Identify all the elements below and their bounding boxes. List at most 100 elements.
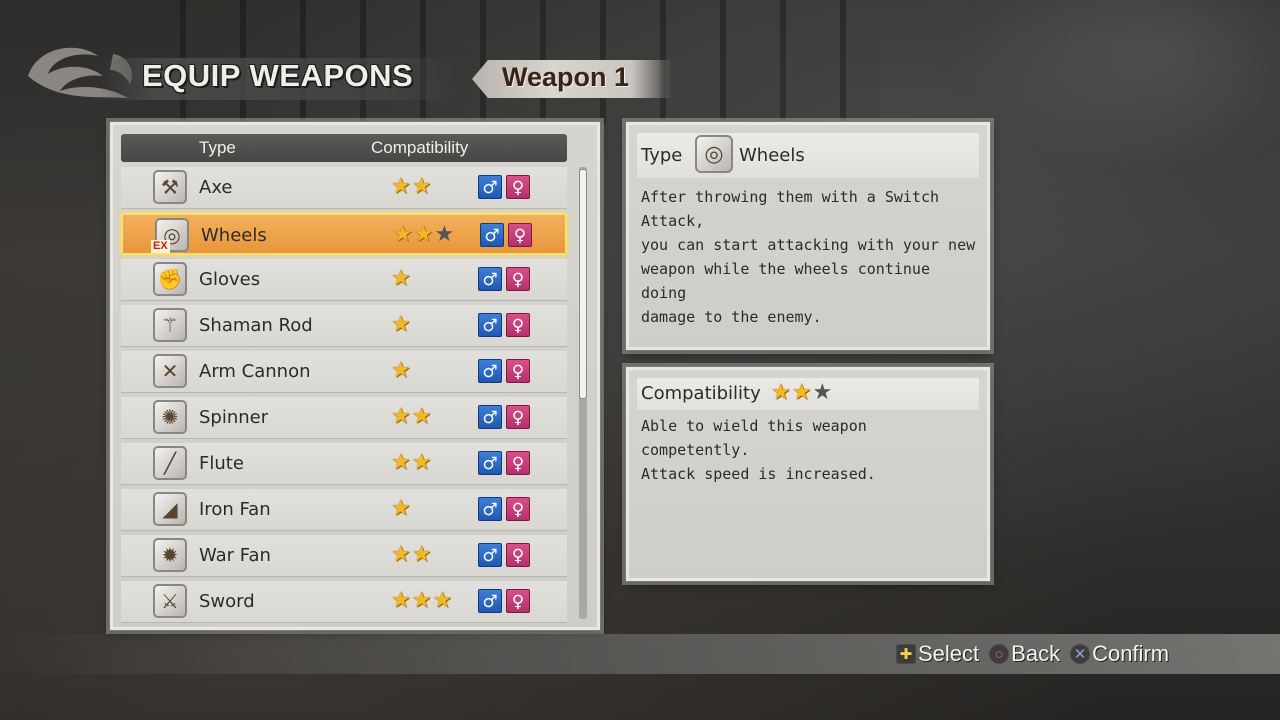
compatibility-stars: ★ ★ ★ — [771, 381, 832, 405]
star-filled-icon: ★ — [391, 588, 411, 613]
star-filled-icon: ★ — [391, 542, 411, 567]
page-title: EQUIP WEAPONS — [142, 58, 414, 93]
female-icon: ♀ — [506, 451, 530, 475]
weapon-row-axe[interactable]: ⚒ Axe ★ ★ ♂ ♀ — [121, 167, 567, 209]
star-filled-icon: ★ — [391, 266, 411, 291]
star-filled-icon: ★ — [393, 222, 413, 247]
male-icon: ♂ — [478, 543, 502, 567]
back-hint[interactable]: ○ Back — [989, 641, 1060, 667]
column-header-type: Type — [199, 138, 236, 157]
star-filled-icon: ★ — [411, 450, 432, 475]
male-icon: ♂ — [478, 313, 502, 337]
gloves-icon: ✊ — [153, 262, 187, 296]
iron-fan-icon: ◢ — [153, 492, 187, 526]
weapon-name: Arm Cannon — [199, 361, 311, 382]
weapon-row-arm-cannon[interactable]: ✕ Arm Cannon ★ ♂ ♀ — [121, 351, 567, 393]
type-detail-panel: Type ◎ Wheels After throwing them with a… — [625, 121, 991, 351]
star-filled-icon: ★ — [791, 380, 812, 405]
star-filled-icon: ★ — [411, 404, 432, 429]
male-icon: ♂ — [478, 589, 502, 613]
scrollbar[interactable] — [579, 167, 587, 619]
select-hint[interactable]: ✚ Select — [896, 641, 979, 667]
male-icon: ♂ — [478, 359, 502, 383]
arm-cannon-icon: ✕ — [153, 354, 187, 388]
compatibility-stars: ★ ★ — [391, 451, 431, 475]
female-icon: ♀ — [506, 313, 530, 337]
select-hint-label: Select — [918, 641, 980, 666]
weapon-name: Wheels — [201, 225, 267, 246]
star-filled-icon: ★ — [391, 496, 411, 521]
confirm-hint[interactable]: ✕ Confirm — [1070, 641, 1169, 667]
weapon-name: Gloves — [199, 269, 261, 290]
female-icon: ♀ — [506, 497, 530, 521]
weapon-row-shaman-rod[interactable]: ⚚ Shaman Rod ★ ♂ ♀ — [121, 305, 567, 347]
female-icon: ♀ — [506, 405, 530, 429]
compatibility-detail-panel: Compatibility ★ ★ ★ Able to wield this wea… — [625, 366, 991, 582]
star-empty-icon: ★ — [434, 222, 455, 247]
weapon-row-wheels[interactable]: ◎ EX Wheels ★ ★ ★ ♂ ♀ — [121, 213, 567, 255]
male-icon: ♂ — [478, 451, 502, 475]
male-icon: ♂ — [478, 405, 502, 429]
spinner-icon: ✺ — [153, 400, 187, 434]
compatibility-stars: ★ ★ — [391, 543, 431, 567]
female-icon: ♀ — [506, 543, 530, 567]
compatibility-stars: ★ — [391, 497, 411, 521]
column-header-compatibility: Compatibility — [371, 138, 469, 157]
compatibility-stars: ★ — [391, 267, 411, 291]
compatibility-label: Compatibility — [641, 383, 761, 404]
female-icon: ♀ — [506, 267, 530, 291]
compatibility-stars: ★ ★ ★ — [393, 223, 454, 247]
weapon-name: Sword — [199, 591, 255, 612]
weapon-row-iron-fan[interactable]: ◢ Iron Fan ★ ♂ ♀ — [121, 489, 567, 531]
type-label: Type — [641, 145, 683, 166]
cross-button-icon: ✕ — [1070, 644, 1091, 664]
star-filled-icon: ★ — [391, 312, 411, 337]
ex-badge: EX — [151, 240, 170, 253]
star-filled-icon: ★ — [413, 222, 434, 247]
dpad-icon: ✚ — [896, 644, 916, 664]
female-icon: ♀ — [508, 223, 532, 247]
weapon-name: War Fan — [199, 545, 271, 566]
male-icon: ♂ — [478, 267, 502, 291]
weapon-row-sword[interactable]: ⚔ Sword ★ ★ ★ ♂ ♀ — [121, 581, 567, 623]
circle-button-icon: ○ — [989, 644, 1010, 664]
weapon-row-flute[interactable]: ╱ Flute ★ ★ ♂ ♀ — [121, 443, 567, 485]
star-filled-icon: ★ — [411, 174, 432, 199]
compatibility-header: Compatibility ★ ★ ★ — [637, 378, 979, 410]
weapon-name: Shaman Rod — [199, 315, 313, 336]
weapon-list-panel: Type Compatibility ⚒ Axe ★ ★ ♂ ♀ ◎ EX Wheels ★ ★ ★ ♂… — [109, 121, 601, 631]
compatibility-description: Able to wield this weapon competently. A… — [641, 417, 876, 483]
star-filled-icon: ★ — [432, 588, 453, 613]
type-weapon-name: Wheels — [739, 145, 805, 166]
scroll-thumb[interactable] — [579, 169, 587, 399]
compatibility-stars: ★ — [391, 313, 411, 337]
axe-icon: ⚒ — [153, 170, 187, 204]
weapon-row-gloves[interactable]: ✊ Gloves ★ ♂ ♀ — [121, 259, 567, 301]
shaman-rod-icon: ⚚ — [153, 308, 187, 342]
star-filled-icon: ★ — [391, 404, 411, 429]
female-icon: ♀ — [506, 175, 530, 199]
background-rock — [950, 0, 1280, 170]
male-icon: ♂ — [478, 497, 502, 521]
weapon-row-spinner[interactable]: ✺ Spinner ★ ★ ♂ ♀ — [121, 397, 567, 439]
compatibility-stars: ★ ★ ★ — [391, 589, 452, 613]
star-filled-icon: ★ — [391, 450, 411, 475]
star-empty-icon: ★ — [812, 380, 833, 405]
compatibility-stars: ★ — [391, 359, 411, 383]
star-filled-icon: ★ — [391, 358, 411, 383]
type-description: After throwing them with a Switch Attack… — [641, 188, 976, 326]
weapon-name: Flute — [199, 453, 244, 474]
star-filled-icon: ★ — [411, 542, 432, 567]
male-icon: ♂ — [478, 175, 502, 199]
weapon-name: Axe — [199, 177, 233, 198]
button-hints: ✚ Select ○ Back ✕ Confirm — [896, 640, 1169, 668]
star-filled-icon: ★ — [771, 380, 791, 405]
back-hint-label: Back — [1011, 641, 1061, 666]
weapon-slot-tab-label: Weapon 1 — [502, 62, 630, 92]
male-icon: ♂ — [480, 223, 504, 247]
war-fan-icon: ✹ — [153, 538, 187, 572]
weapon-row-war-fan[interactable]: ✹ War Fan ★ ★ ♂ ♀ — [121, 535, 567, 577]
weapon-name: Spinner — [199, 407, 269, 428]
confirm-hint-label: Confirm — [1092, 641, 1170, 666]
star-filled-icon: ★ — [411, 588, 432, 613]
